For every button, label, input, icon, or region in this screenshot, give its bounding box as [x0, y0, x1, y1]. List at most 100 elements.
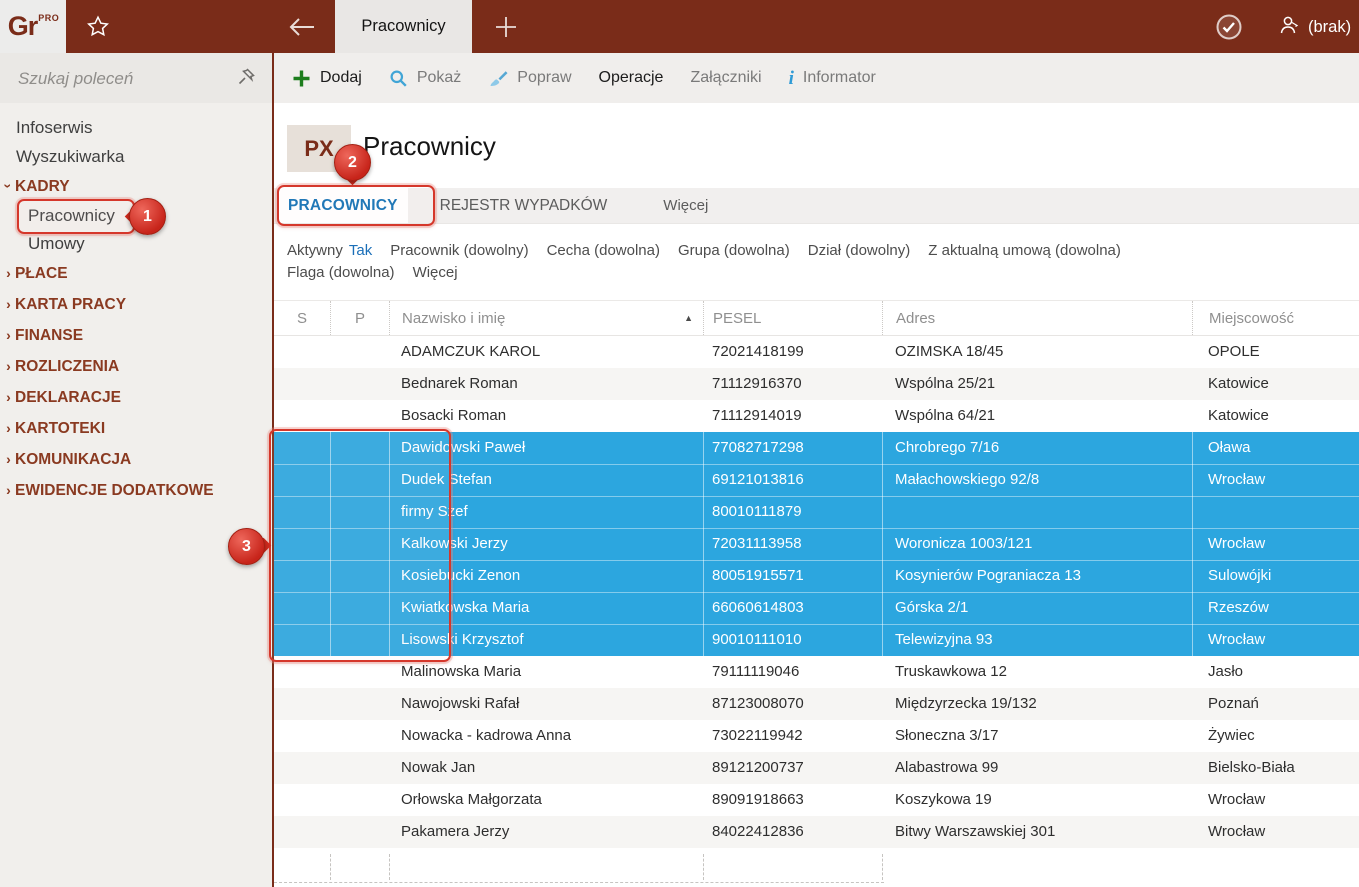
table-row[interactable]: Bosacki Roman71112914019Wspólna 64/21Kat…	[274, 400, 1359, 432]
filter-z-aktualną-umową-dowolna-[interactable]: Z aktualną umową (dowolna)	[928, 240, 1121, 262]
new-tab-plus-icon[interactable]	[493, 14, 519, 40]
toolbar-button-popraw[interactable]: Popraw	[488, 69, 571, 88]
cell-name: Nawojowski Rafał	[389, 688, 703, 720]
sidebar-item-płace[interactable]: ›PŁACE	[0, 258, 272, 289]
cell-miejscowosc: Wrocław	[1192, 528, 1359, 560]
logo-text: Gr	[8, 11, 38, 42]
cell-p	[330, 368, 389, 400]
cell-name: Nowacka - kadrowa Anna	[389, 720, 703, 752]
pin-icon[interactable]	[236, 67, 256, 87]
filter-grupa-dowolna-[interactable]: Grupa (dowolna)	[678, 240, 790, 262]
sidebar-item-wyszukiwarka[interactable]: Wyszukiwarka	[0, 142, 272, 171]
toolbar-button-operacje[interactable]: Operacje	[599, 69, 664, 87]
chevron-right-icon: ›	[2, 451, 15, 467]
toolbar-button-label: Dodaj	[320, 69, 362, 87]
info-icon: i	[789, 69, 794, 88]
view-tab-więcej[interactable]: Więcej	[649, 188, 722, 223]
sidebar-item-ewidencje-dodatkowe[interactable]: ›EWIDENCJE DODATKOWE	[0, 475, 272, 506]
filter-bar: Aktywny Tak Pracownik (dowolny) Cecha (dowo…	[287, 240, 1121, 284]
cell-pesel: 89091918663	[703, 784, 882, 816]
table-row[interactable]: ADAMCZUK KAROL72021418199OZIMSKA 18/45OP…	[274, 336, 1359, 368]
cell-pesel: 71112914019	[703, 400, 882, 432]
cell-name: Bednarek Roman	[389, 368, 703, 400]
table-row[interactable]: Kosiebucki Zenon80051915571Kosynierów Po…	[274, 560, 1359, 592]
annotation-badge-3: 3	[228, 528, 265, 565]
table-header: SPNazwisko i imię▲PESELAdresMiejscowość	[274, 300, 1359, 336]
filter-label: Pracownik (dowolny)	[390, 242, 528, 259]
cell-pesel: 80051915571	[703, 560, 882, 592]
search-input[interactable]	[16, 63, 230, 95]
filter-cecha-dowolna-[interactable]: Cecha (dowolna)	[547, 240, 660, 262]
column-header-miejscowość[interactable]: Miejscowość	[1192, 301, 1359, 335]
filter-dział-dowolny-[interactable]: Dział (dowolny)	[808, 240, 911, 262]
cell-pesel: 71112916370	[703, 368, 882, 400]
cell-pesel: 73022119942	[703, 720, 882, 752]
sidebar-item-label: KADRY	[15, 178, 70, 196]
table-row[interactable]: Orłowska Małgorzata89091918663Koszykowa …	[274, 784, 1359, 816]
sidebar-item-label: EWIDENCJE DODATKOWE	[15, 482, 214, 500]
cell-name: firmy Szef	[389, 496, 703, 528]
sidebar-item-deklaracje[interactable]: ›DEKLARACJE	[0, 382, 272, 413]
chevron-right-icon: ›	[2, 296, 15, 312]
toolbar-button-dodaj[interactable]: Dodaj	[292, 69, 362, 88]
cell-name: Kalkowski Jerzy	[389, 528, 703, 560]
table-row[interactable]: Nowak Jan89121200737Alabastrowa 99Bielsk…	[274, 752, 1359, 784]
cell-s	[274, 400, 330, 432]
table-row[interactable]: Malinowska Maria79111119046Truskawkowa 1…	[274, 656, 1359, 688]
sidebar-item-label: DEKLARACJE	[15, 389, 121, 407]
filter-value: Tak	[349, 242, 372, 259]
table-row[interactable]: Nawojowski Rafał87123008070Międzyrzecka …	[274, 688, 1359, 720]
cell-miejscowosc: OPOLE	[1192, 336, 1359, 368]
sidebar-item-rozliczenia[interactable]: ›ROZLICZENIA	[0, 351, 272, 382]
table-row[interactable]: Dudek Stefan69121013816Małachowskiego 92…	[274, 464, 1359, 496]
cell-name: Bosacki Roman	[389, 400, 703, 432]
toolbar-button-załączniki[interactable]: Załączniki	[690, 69, 761, 87]
table-row[interactable]: firmy Szef80010111879	[274, 496, 1359, 528]
user-menu[interactable]: (brak)	[1277, 12, 1351, 42]
column-header-pesel[interactable]: PESEL	[703, 301, 882, 335]
sidebar-item-kartoteki[interactable]: ›KARTOTEKI	[0, 413, 272, 444]
table-row[interactable]: Lisowski Krzysztof90010111010Telewizyjna…	[274, 624, 1359, 656]
cell-p	[330, 528, 389, 560]
toolbar-button-informator[interactable]: iInformator	[789, 69, 876, 88]
column-header-nazwisko-i-imię[interactable]: Nazwisko i imię▲	[389, 301, 703, 335]
cell-s	[274, 656, 330, 688]
column-header-adres[interactable]: Adres	[882, 301, 1192, 335]
column-header-s[interactable]: S	[274, 301, 330, 335]
sidebar-item-infoserwis[interactable]: Infoserwis	[0, 113, 272, 142]
sidebar-item-kadry[interactable]: ›KADRY	[0, 171, 272, 202]
sidebar-item-umowy[interactable]: Umowy	[0, 230, 272, 258]
view-tab-rejestr-wypadków[interactable]: REJESTR WYPADKÓW	[426, 188, 622, 223]
filter-flaga-dowolna-[interactable]: Flaga (dowolna)	[287, 262, 395, 284]
filter-aktywny[interactable]: Aktywny Tak	[287, 240, 372, 262]
toolbar-button-pokaż[interactable]: Pokaż	[389, 69, 461, 88]
page-title: Pracownicy	[363, 131, 496, 162]
filter-pracownik-dowolny-[interactable]: Pracownik (dowolny)	[390, 240, 528, 262]
filter-label: Więcej	[413, 264, 458, 281]
table-new-row[interactable]	[274, 848, 1359, 884]
table-row[interactable]: Kwiatkowska Maria66060614803Górska 2/1Rz…	[274, 592, 1359, 624]
cell-s	[274, 592, 330, 624]
sidebar-item-finanse[interactable]: ›FINANSE	[0, 320, 272, 351]
sidebar-item-label: KARTOTEKI	[15, 420, 105, 438]
chevron-right-icon: ›	[2, 420, 15, 436]
table-row[interactable]: Nowacka - kadrowa Anna73022119942Słonecz…	[274, 720, 1359, 752]
table-row[interactable]: Pakamera Jerzy84022412836Bitwy Warszawsk…	[274, 816, 1359, 848]
cell-miejscowosc: Wrocław	[1192, 784, 1359, 816]
filter-label: Aktywny	[287, 242, 343, 259]
sidebar-item-komunikacja[interactable]: ›KOMUNIKACJA	[0, 444, 272, 475]
filter-label: Cecha (dowolna)	[547, 242, 660, 259]
star-icon[interactable]	[84, 13, 112, 41]
column-header-p[interactable]: P	[330, 301, 389, 335]
table-row[interactable]: Kalkowski Jerzy72031113958Woronicza 1003…	[274, 528, 1359, 560]
table-row[interactable]: Bednarek Roman71112916370Wspólna 25/21Ka…	[274, 368, 1359, 400]
filter-więcej[interactable]: Więcej	[413, 262, 458, 284]
back-arrow-icon[interactable]	[286, 12, 318, 42]
view-tab-pracownicy[interactable]: PRACOWNICY	[278, 188, 408, 223]
table-row[interactable]: Dawidowski Paweł77082717298Chrobrego 7/1…	[274, 432, 1359, 464]
check-circle-icon[interactable]	[1213, 11, 1245, 43]
cell-miejscowosc: Katowice	[1192, 368, 1359, 400]
sidebar-item-karta-pracy[interactable]: ›KARTA PRACY	[0, 289, 272, 320]
cell-miejscowosc	[1192, 496, 1359, 528]
window-tab-pracownicy[interactable]: Pracownicy	[335, 0, 472, 53]
